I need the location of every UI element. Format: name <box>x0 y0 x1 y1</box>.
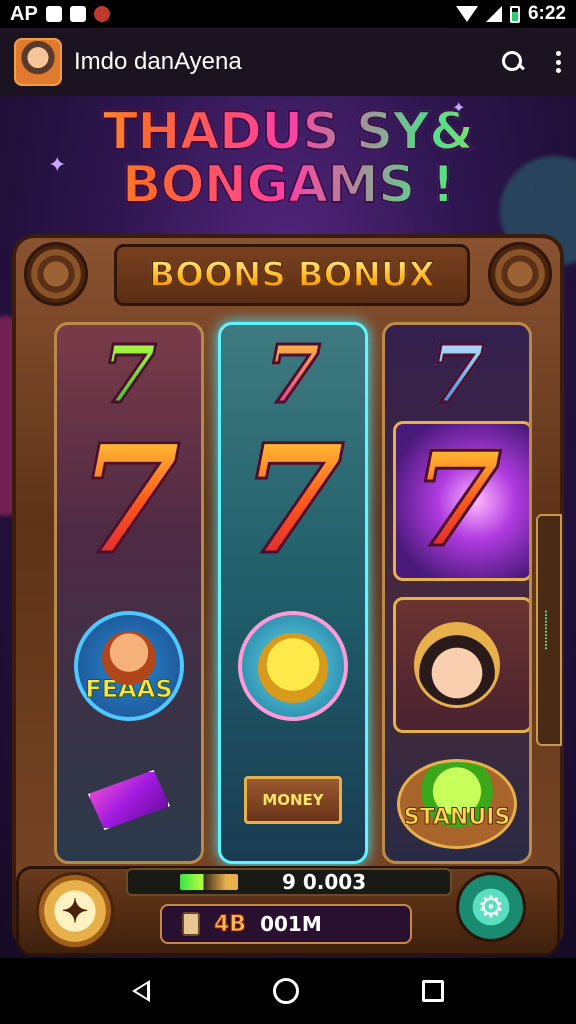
status-text: AP <box>10 2 38 25</box>
status-right: 6:22 <box>455 3 566 25</box>
nav-bar <box>0 958 576 1024</box>
slot-frame: BOONS BONUX 7 7 FEAAS 7 7 MONEY 7 7 STAN… <box>12 234 564 950</box>
reel-1[interactable]: 7 7 FEAAS <box>54 322 204 864</box>
app-avatar[interactable] <box>14 38 62 86</box>
reel-symbol: STANUIS <box>385 749 529 859</box>
app-bar: Imdo danAyena <box>0 28 576 96</box>
character-badge <box>238 611 348 721</box>
clock: 6:22 <box>527 3 566 24</box>
game-area: ✦ ✦ THADUS SY& BONGAMS ! BOONS BONUX 7 7… <box>0 96 576 958</box>
reel-symbol <box>385 597 529 733</box>
more-vert-icon[interactable] <box>556 51 562 73</box>
reel-symbol <box>221 601 365 731</box>
app-title: Imdo danAyena <box>74 48 242 75</box>
recents-icon[interactable] <box>422 980 445 1002</box>
seven-symbol: 7 <box>100 327 159 421</box>
reel-symbol: 7 <box>221 329 365 419</box>
reel-symbol <box>57 745 201 855</box>
notification-icon <box>45 6 62 22</box>
character-face-icon <box>102 631 156 685</box>
wifi-icon <box>455 6 478 22</box>
seven-symbol: 7 <box>75 412 182 588</box>
back-icon[interactable] <box>131 980 150 1002</box>
character-badge: FEAAS <box>74 611 184 721</box>
battery-icon <box>509 5 520 23</box>
reel-3[interactable]: 7 7 STANUIS <box>382 322 532 864</box>
side-tab[interactable]: ............ <box>536 514 562 746</box>
home-icon[interactable] <box>272 978 299 1004</box>
title-line-2: BONGAMS ! <box>0 157 576 212</box>
win-value: 9 0.003 <box>282 870 367 894</box>
app-notification-icon <box>93 6 110 22</box>
reel-symbol: MONEY <box>221 755 365 845</box>
reel-symbol: 7 <box>57 329 201 419</box>
status-left: AP <box>10 3 110 26</box>
reel-symbol: 7 <box>385 329 529 419</box>
coin-icon <box>182 912 200 936</box>
spin-button[interactable]: ✦ <box>36 872 114 950</box>
reel-symbol: 7 <box>385 425 529 575</box>
title-line-1: THADUS SY& <box>0 104 576 159</box>
settings-button[interactable]: ⚙ <box>456 872 526 942</box>
money-sign: MONEY <box>244 776 342 824</box>
crystal-icon <box>88 770 170 830</box>
bonus-banner-text: BOONS BONUX <box>148 254 435 296</box>
frame-ornament-right <box>488 242 552 306</box>
seven-symbol: 7 <box>239 412 346 588</box>
balance-display: 4B 001M <box>160 904 412 944</box>
balance-value: 001M <box>260 912 322 936</box>
search-icon[interactable] <box>502 51 524 73</box>
status-bar: AP 6:22 <box>0 0 576 28</box>
mail-icon <box>69 6 86 22</box>
win-meter: 9 0.003 <box>126 868 452 896</box>
seven-symbol: 7 <box>410 423 503 576</box>
gear-icon: ⚙ <box>477 890 505 924</box>
seven-symbol: 7 <box>428 327 487 421</box>
game-title: THADUS SY& BONGAMS ! <box>0 104 576 212</box>
bonus-label: STANUIS <box>403 805 511 831</box>
bonus-orb: STANUIS <box>397 759 517 849</box>
app-actions <box>502 51 562 73</box>
reel-2[interactable]: 7 7 MONEY <box>218 322 368 864</box>
money-label: MONEY <box>262 791 324 809</box>
frame-ornament-left <box>24 242 88 306</box>
bonus-banner: BOONS BONUX <box>114 244 470 306</box>
portrait-icon <box>414 622 500 708</box>
reel-symbol: FEAAS <box>57 601 201 731</box>
win-meter-fill <box>180 874 238 890</box>
star-icon: ✦ <box>61 893 89 929</box>
reel-symbol: 7 <box>221 412 365 588</box>
seven-symbol: 7 <box>264 327 323 421</box>
smiley-face-icon <box>258 633 328 703</box>
reel-symbol: 7 <box>57 412 201 588</box>
signal-icon <box>485 6 502 22</box>
side-tab-text: ............ <box>542 609 556 650</box>
bet-value: 4B <box>213 911 247 937</box>
